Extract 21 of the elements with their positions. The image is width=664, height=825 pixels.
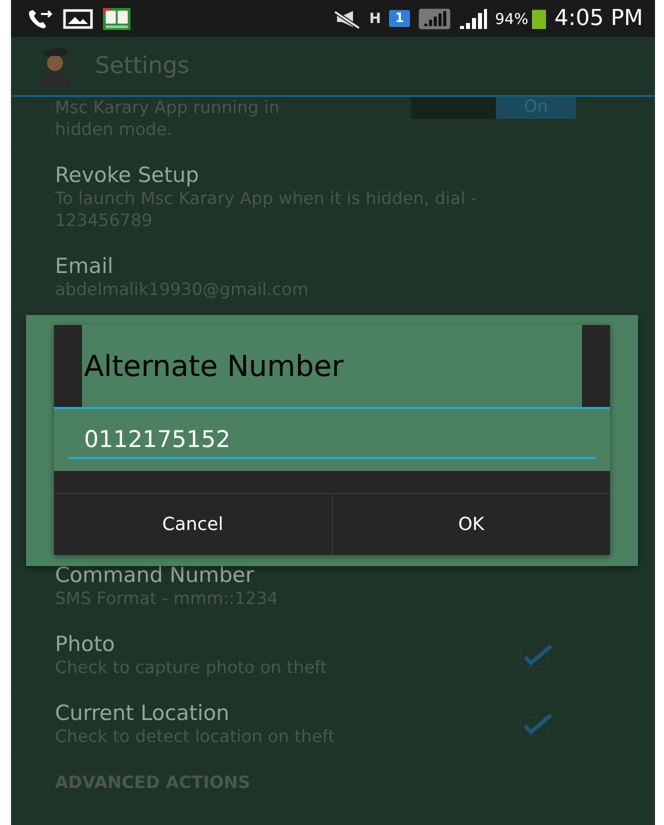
setting-title: Command Number [55,562,255,588]
sim-badge: 1 [388,10,410,27]
signal-icon [459,8,487,30]
checkbox[interactable] [520,642,552,668]
dialog-button[interactable]: OK [332,494,610,555]
input-field[interactable]: 0112175152 [54,409,610,471]
setting-title: Current Location [55,700,230,726]
dialog-title: Alternate Number [82,325,582,407]
signal-icon [418,8,451,30]
setting-title: Revoke Setup [55,162,200,188]
image-icon [63,8,93,30]
battery-percentage: 94% [495,10,528,28]
dialog-button[interactable]: Cancel [54,494,332,555]
setting-title: Email [55,253,114,279]
call-forward-icon [27,8,53,30]
setting-title: Photo [55,631,116,657]
book-app-icon [103,8,130,30]
battery-icon [532,8,546,28]
clock: 4:05 PM [554,6,643,31]
network-type-label: H [369,10,381,26]
checkbox[interactable] [520,711,552,737]
